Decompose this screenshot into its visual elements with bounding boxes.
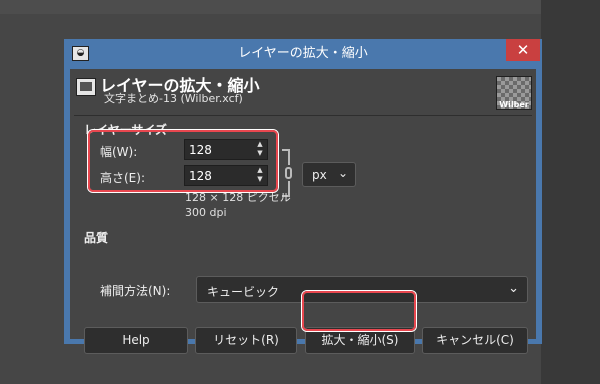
interpolation-select[interactable]: キュービック ⌄: [196, 276, 528, 303]
layer-size-section-title: レイヤーサイズ: [84, 123, 168, 137]
canvas-background-right: [541, 0, 600, 384]
unit-select[interactable]: px ⌄: [302, 162, 356, 187]
decrement-icon[interactable]: ▼: [255, 175, 265, 184]
dialog-content: レイヤーの拡大・縮小 文字まとめ-13 (Wilber.xcf) Wilber …: [70, 69, 536, 354]
close-button[interactable]: ✕: [506, 39, 540, 61]
increment-icon[interactable]: ▲: [255, 140, 265, 149]
unit-value: px: [312, 168, 327, 182]
pixel-size-info: 128 × 128 ピクセル: [185, 191, 291, 204]
title-bar[interactable]: ◒ レイヤーの拡大・縮小 ✕: [64, 39, 542, 69]
layer-thumbnail: Wilber: [496, 76, 532, 110]
height-label: 高さ(E):: [100, 171, 145, 185]
width-label: 幅(W):: [100, 145, 138, 159]
interpolation-value: キュービック: [207, 285, 280, 299]
layer-icon: [76, 78, 96, 96]
scale-button[interactable]: 拡大・縮小(S): [305, 327, 415, 354]
window-title: レイヤーの拡大・縮小: [238, 46, 368, 61]
cancel-button[interactable]: キャンセル(C): [422, 327, 528, 354]
reset-button[interactable]: リセット(R): [195, 327, 297, 354]
increment-icon[interactable]: ▲: [255, 166, 265, 175]
dialog-header-subtitle: 文字まとめ-13 (Wilber.xcf): [104, 92, 243, 105]
quality-section-title: 品質: [84, 231, 109, 245]
scale-layer-dialog: ◒ レイヤーの拡大・縮小 ✕ レイヤーの拡大・縮小 文字まとめ-13 (Wilb…: [64, 39, 542, 354]
width-value: 128: [189, 143, 212, 157]
resolution-info: 300 dpi: [185, 206, 227, 219]
decrement-icon[interactable]: ▼: [255, 149, 265, 158]
help-button[interactable]: Help: [84, 327, 188, 354]
height-stepper[interactable]: ▲ ▼: [255, 166, 265, 185]
width-spinbox[interactable]: 128 ▲ ▼: [184, 139, 268, 160]
width-stepper[interactable]: ▲ ▼: [255, 140, 265, 159]
height-spinbox[interactable]: 128 ▲ ▼: [184, 165, 268, 186]
thumbnail-label: Wilber: [499, 100, 529, 109]
chevron-down-icon: ⌄: [508, 281, 519, 296]
height-value: 128: [189, 169, 212, 183]
header-separator: [74, 115, 532, 116]
canvas-background-top: [0, 0, 600, 14]
chevron-down-icon: ⌄: [337, 166, 348, 180]
interpolation-label: 補間方法(N):: [100, 284, 171, 298]
